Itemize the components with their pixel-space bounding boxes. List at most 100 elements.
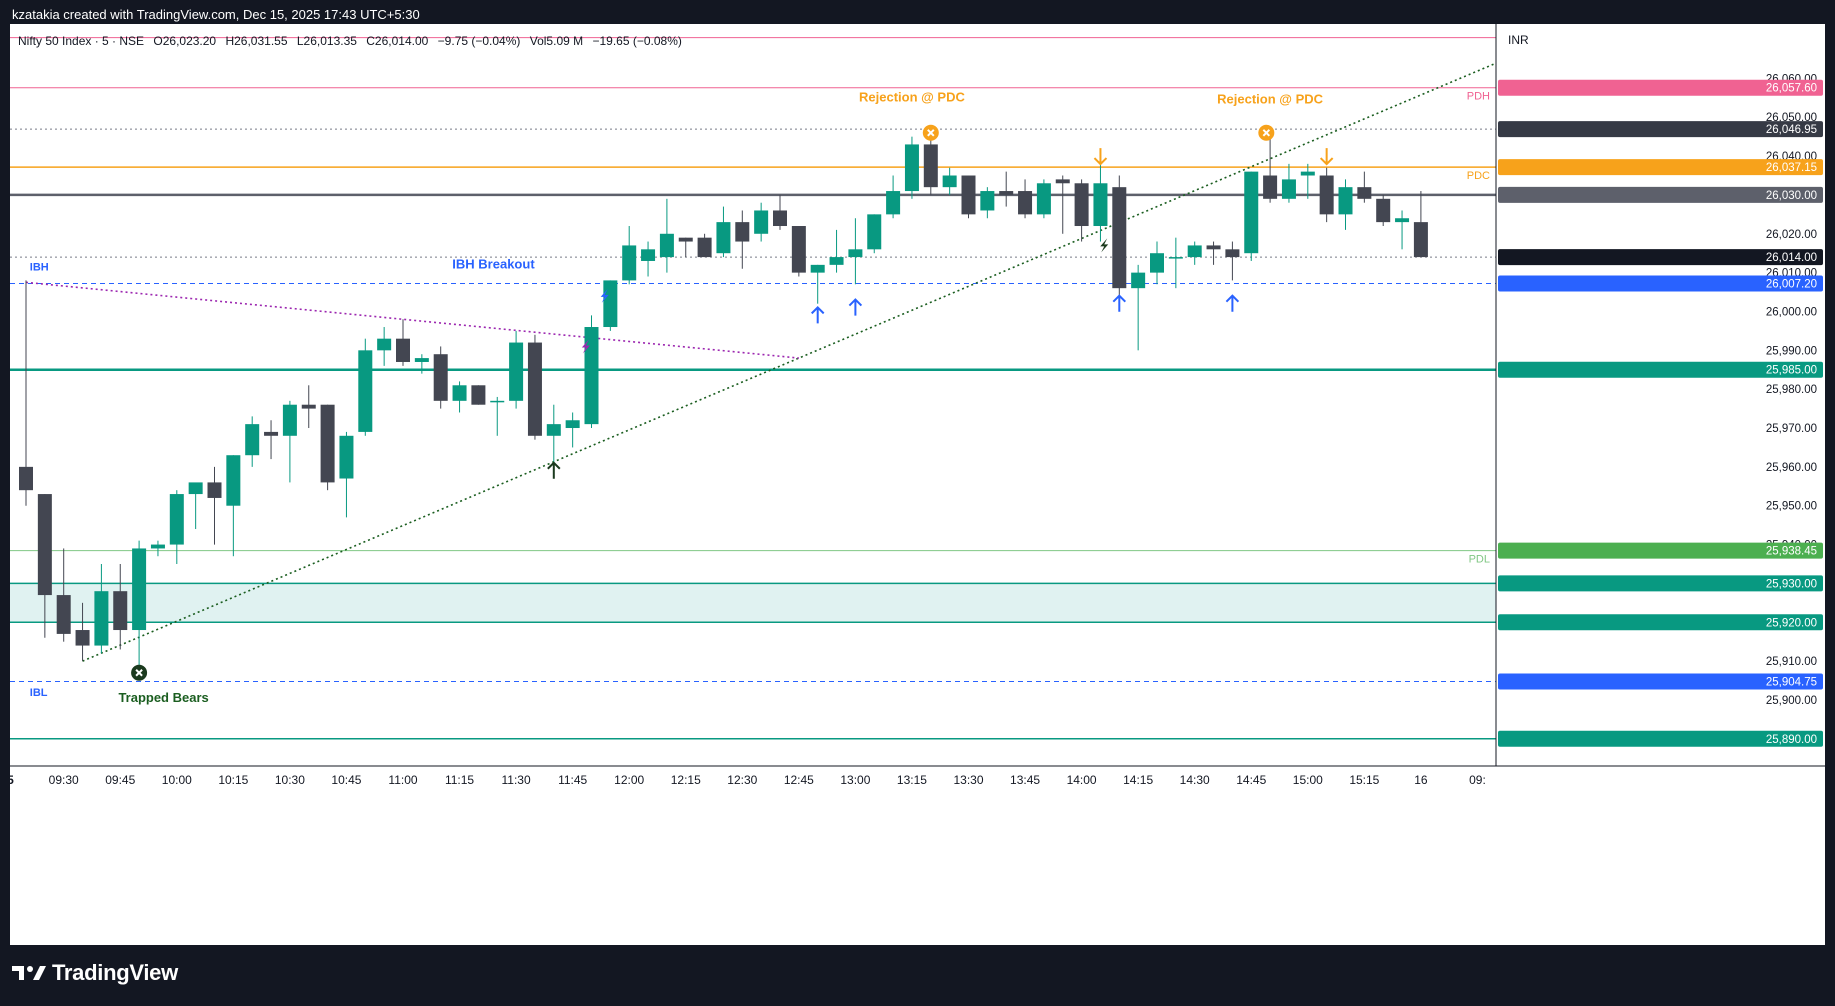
pdh-line-2-tag-text: 26,057.60 xyxy=(1766,83,1817,95)
high-dotted-line-tag-text: 26,046.95 xyxy=(1766,124,1817,136)
grey-level-line-tag-text: 26,030.00 xyxy=(1766,190,1817,202)
candle-body xyxy=(320,404,335,483)
candle-body xyxy=(471,385,486,405)
x-tick-label: 13:30 xyxy=(953,773,983,787)
candle-body xyxy=(1281,179,1296,199)
x-tick-label: 11:15 xyxy=(445,773,474,787)
candle-body xyxy=(1357,187,1372,199)
y-tick-label: 26,020.00 xyxy=(1766,229,1817,241)
candle-body xyxy=(829,257,844,265)
x-tick-label: 12:00 xyxy=(614,773,644,787)
y-tick-label: 25,970.00 xyxy=(1766,423,1817,435)
candle-body xyxy=(490,400,505,403)
annotation-label: IBH xyxy=(30,262,49,274)
x-tick-label: 15 xyxy=(10,773,14,787)
candle-body xyxy=(848,249,863,258)
candle-body xyxy=(678,237,693,242)
x-tick-label: 13:15 xyxy=(897,773,927,787)
candle-body xyxy=(245,424,260,456)
candle-body xyxy=(999,191,1014,195)
x-tick-label: 13:45 xyxy=(1010,773,1040,787)
candle-body xyxy=(358,350,373,432)
annotation-label: Rejection @ PDC xyxy=(1217,92,1323,107)
candle-body xyxy=(754,210,769,234)
candle-body xyxy=(1150,253,1164,273)
last-price-line-tag-text: 26,014.00 xyxy=(1766,252,1817,264)
y-tick-label: 25,990.00 xyxy=(1766,345,1817,357)
candle-body xyxy=(1168,257,1183,259)
legend-close: C26,014.00 xyxy=(366,34,429,48)
candle-body xyxy=(75,630,90,646)
x-tick-label: 14:45 xyxy=(1236,773,1266,787)
footer-bar: TradingView xyxy=(0,946,1835,1006)
candle-body xyxy=(641,249,656,261)
y-tick-label: 25,900.00 xyxy=(1766,695,1817,707)
candle-body xyxy=(433,354,448,401)
x-tick-label: 11:45 xyxy=(558,773,587,787)
candle-body xyxy=(923,144,938,188)
candle-body xyxy=(132,548,147,631)
time-axis xyxy=(10,766,1825,945)
x-tick-label: 15:00 xyxy=(1293,773,1323,787)
candle-body xyxy=(565,420,580,429)
candle-body xyxy=(1055,179,1070,184)
tradingview-logo-icon xyxy=(12,962,46,984)
candle-body xyxy=(980,191,995,211)
x-tick-label: 12:30 xyxy=(727,773,757,787)
x-tick-label: 14:00 xyxy=(1067,773,1097,787)
candle-body xyxy=(377,338,392,351)
x-tick-label: 09: xyxy=(1469,773,1486,787)
candle-body xyxy=(1244,171,1259,254)
x-tick-label: 14:15 xyxy=(1123,773,1153,787)
zone-top-line-tag-text: 25,930.00 xyxy=(1766,578,1817,590)
x-tick-label: 09:30 xyxy=(49,773,79,787)
candle-body xyxy=(1263,175,1278,199)
candle-body xyxy=(1338,187,1353,215)
candle-body xyxy=(546,424,561,436)
x-tick-label: 10:45 xyxy=(331,773,361,787)
candle-body xyxy=(716,222,731,254)
candle-body xyxy=(188,482,203,495)
candle-body xyxy=(56,595,71,634)
price-chart[interactable]: PDH PDC PDL IBH IBL IBH Breakout Rejection @ P… xyxy=(10,24,1825,945)
annotation-label: Trapped Bears xyxy=(118,690,208,705)
candle-body xyxy=(1319,175,1334,215)
candle-body xyxy=(527,342,542,436)
candle-body xyxy=(810,264,825,273)
legend-volume-change: −19.65 (−0.08%) xyxy=(592,34,682,48)
x-tick-label: 10:30 xyxy=(275,773,305,787)
x-tick-label: 10:15 xyxy=(218,773,248,787)
candle-body xyxy=(1131,272,1146,289)
candle-body xyxy=(622,245,637,281)
candle-body xyxy=(396,338,410,362)
candle-body xyxy=(735,222,750,242)
zone-bottom-line-tag-text: 25,920.00 xyxy=(1766,617,1817,629)
candle-body xyxy=(113,591,128,631)
candle-body xyxy=(19,466,33,491)
candle-body xyxy=(264,431,279,436)
candle-body xyxy=(1395,218,1410,223)
y-tick-label: 26,000.00 xyxy=(1766,306,1817,318)
chart-frame[interactable]: PDH PDC PDL IBH IBL IBH Breakout Rejection @ P… xyxy=(10,24,1825,945)
candle-body xyxy=(1112,187,1127,289)
legend-symbol[interactable]: Nifty 50 Index · 5 · NSE xyxy=(18,34,144,48)
x-tick-label: 11:00 xyxy=(388,773,417,787)
legend-high: H26,031.55 xyxy=(225,34,288,48)
y-tick-label: 25,950.00 xyxy=(1766,501,1817,513)
currency-label: INR xyxy=(1508,33,1529,47)
x-tick-label: 11:30 xyxy=(502,773,531,787)
candle-body xyxy=(169,494,184,545)
tradingview-logo[interactable]: TradingView xyxy=(12,960,178,986)
candle-body xyxy=(339,435,354,479)
candle-body xyxy=(942,175,957,188)
x-tick-label: 12:15 xyxy=(671,773,701,787)
candle-body xyxy=(584,327,599,425)
candle-body xyxy=(603,280,618,328)
teal-level-line-tag-text: 25,985.00 xyxy=(1766,365,1817,377)
candle-body xyxy=(37,494,52,596)
candle-body xyxy=(1206,245,1221,250)
x-tick-label: 14:30 xyxy=(1180,773,1210,787)
x-tick-label: 15:15 xyxy=(1349,773,1379,787)
tradingview-wordmark: TradingView xyxy=(52,960,178,985)
candle-body xyxy=(1187,245,1202,258)
